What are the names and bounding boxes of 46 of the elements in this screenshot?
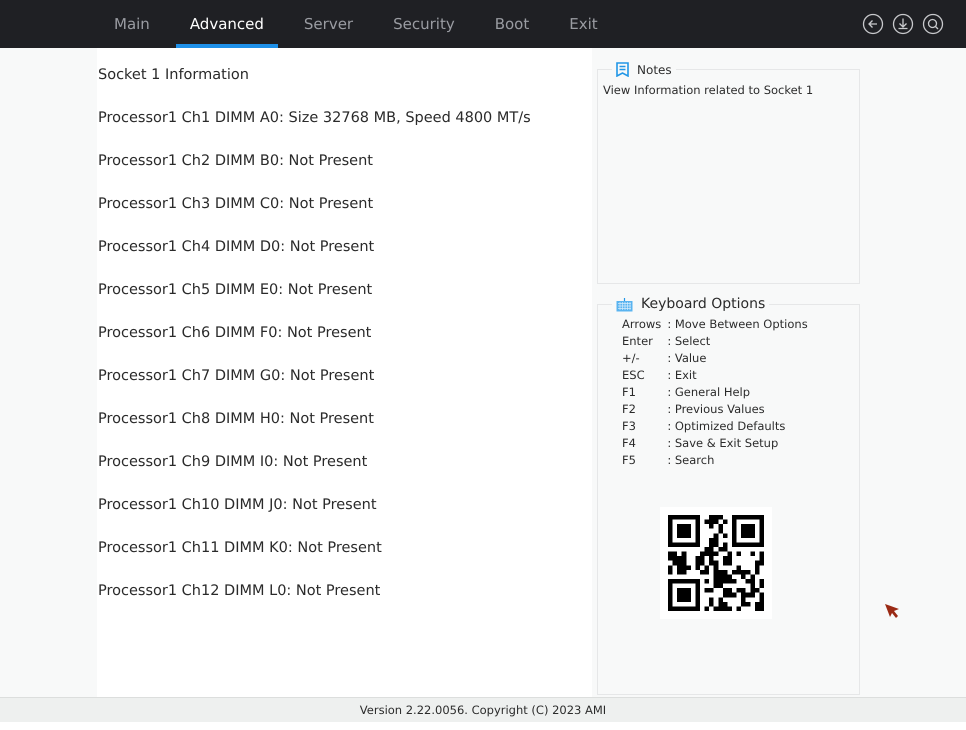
info-line: Processor1 Ch7 DIMM G0: Not Present — [98, 367, 376, 386]
info-line: Processor1 Ch5 DIMM E0: Not Present — [98, 281, 374, 300]
panel-title: Notes — [637, 62, 672, 76]
key-description: : Search — [667, 452, 716, 469]
key-description: : Select — [667, 333, 712, 350]
mouse-cursor-icon — [884, 603, 900, 619]
menu-tab[interactable]: Server — [290, 0, 368, 48]
menu-tab[interactable]: Boot — [480, 0, 544, 48]
info-line: Processor1 Ch4 DIMM D0: Not Present — [98, 238, 376, 257]
info-line: Processor1 Ch2 DIMM B0: Not Present — [98, 152, 374, 171]
key-description: : General Help — [667, 384, 752, 401]
menu-tab[interactable]: Exit — [555, 0, 612, 48]
menu-tab[interactable]: Security — [379, 0, 469, 48]
key-name: ESC — [622, 367, 646, 384]
key-name: F4 — [622, 435, 637, 452]
info-line: Processor1 Ch3 DIMM C0: Not Present — [98, 195, 374, 214]
info-line: Processor1 Ch1 DIMM A0: Size 32768 MB, Speed 4800 MT/s — [98, 109, 532, 128]
key-name: F5 — [622, 452, 637, 469]
key-name: F1 — [622, 384, 637, 401]
panel-title: Keyboard Options — [641, 296, 766, 312]
download-icon[interactable] — [892, 13, 914, 35]
info-line: Processor1 Ch6 DIMM F0: Not Present — [98, 324, 372, 343]
info-line: Processor1 Ch11 DIMM K0: Not Present — [98, 539, 383, 558]
info-line: Processor1 Ch12 DIMM L0: Not Present — [98, 582, 382, 601]
info-line: Processor1 Ch9 DIMM I0: Not Present — [98, 453, 368, 472]
note-icon — [616, 62, 629, 77]
key-description: : Optimized Defaults — [667, 418, 786, 435]
key-description: : Move Between Options — [667, 316, 809, 333]
key-description: : Value — [667, 350, 708, 367]
version-text: Version 2.22.0056. Copyright (C) 2023 AMI — [360, 703, 606, 717]
info-line: Processor1 Ch8 DIMM H0: Not Present — [98, 410, 375, 429]
key-description: : Exit — [667, 367, 698, 384]
qr-code-icon — [668, 515, 764, 611]
key-description: : Save & Exit Setup — [667, 435, 780, 452]
info-line: Processor1 Ch10 DIMM J0: Not Present — [98, 496, 378, 515]
key-name: F3 — [622, 418, 637, 435]
key-name: +/- — [622, 350, 641, 367]
key-name: Arrows — [622, 316, 662, 333]
info-line: Socket 1 Information — [98, 66, 250, 85]
key-description: : Previous Values — [667, 401, 766, 418]
keyboard-icon — [616, 296, 633, 312]
key-name: Enter — [622, 333, 654, 350]
notes-text: View Information related to Socket 1 — [602, 82, 814, 97]
key-name: F2 — [622, 401, 637, 418]
search-icon[interactable] — [922, 13, 944, 35]
menu-tab[interactable]: Main — [100, 0, 164, 48]
